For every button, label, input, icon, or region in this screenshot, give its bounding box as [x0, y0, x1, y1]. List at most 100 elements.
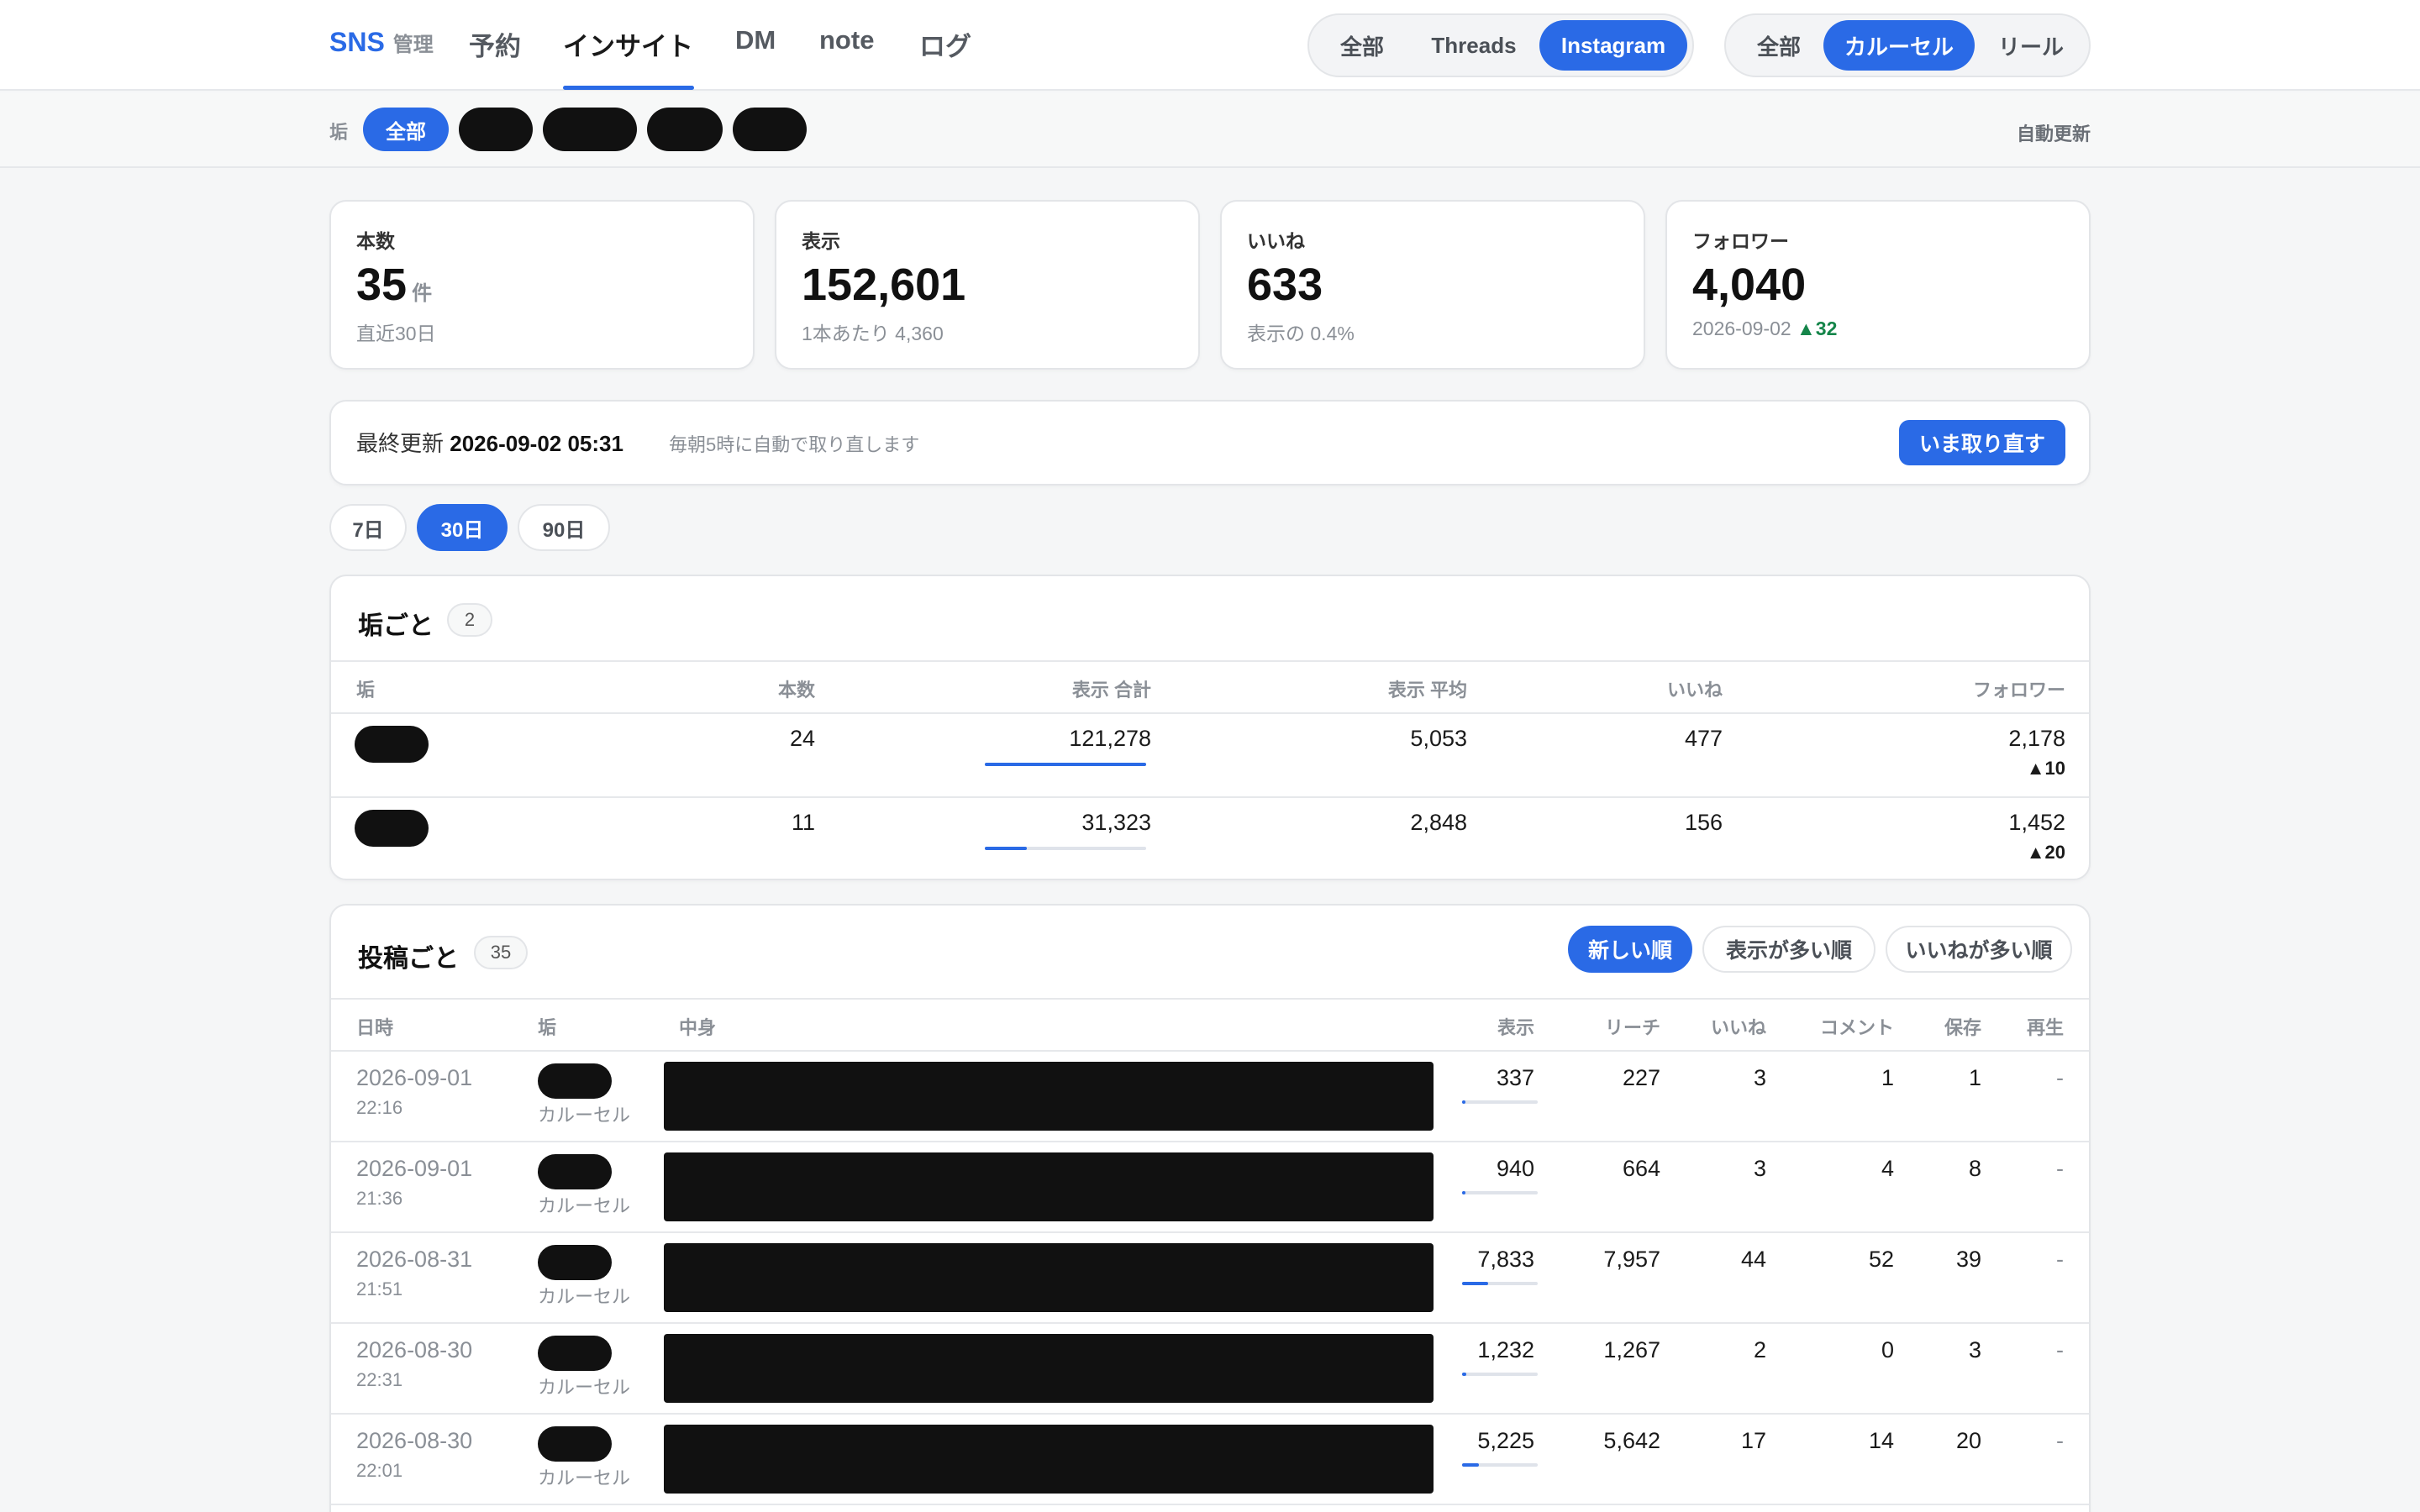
platform-instagram[interactable]: Instagram [1539, 20, 1687, 71]
cell-posts: 11 [791, 810, 815, 835]
posts-section-title: 投稿ごと [358, 945, 459, 973]
col-header-reach[interactable]: リーチ [1605, 1013, 1660, 1040]
sort-most-views[interactable]: 表示が多い順 [1702, 926, 1876, 973]
stat-card-views: 表示 152,601 1本あたり 4,360 [775, 200, 1200, 370]
views-share-fill [1462, 1373, 1466, 1376]
account-avatar-redacted [538, 1245, 612, 1280]
cell-plays: - [2056, 1428, 2064, 1453]
stat-card-followers: フォロワー 4,040 2026-09-02 ▲32 [1665, 200, 2091, 370]
cell-date: 2026-09-01 [356, 1156, 473, 1181]
last-update-timestamp: 2026-09-02 05:31 [450, 431, 623, 456]
cell-views: 337 [1496, 1065, 1534, 1090]
views-share-bar [1462, 1282, 1538, 1285]
post-content-redacted[interactable] [664, 1334, 1434, 1403]
divider [331, 1050, 2089, 1052]
stat-sub: 直近30日 [356, 323, 436, 344]
stat-value: 633 [1247, 260, 1323, 310]
col-header-account[interactable]: 垢 [538, 1013, 556, 1040]
platform-threads[interactable]: Threads [1415, 20, 1533, 71]
refetch-button[interactable]: いま取り直す [1898, 420, 2065, 465]
account-avatar-redacted [538, 1154, 612, 1189]
cell-post-type: カルーセル [538, 1286, 631, 1307]
range-90d[interactable]: 90日 [518, 504, 610, 551]
cell-date: 2026-09-01 [356, 1065, 473, 1090]
cell-saves: 39 [1955, 1247, 1981, 1272]
cell-post-type: カルーセル [538, 1467, 631, 1488]
cell-reach: 5,642 [1603, 1428, 1660, 1453]
views-share-bar [1462, 1463, 1538, 1467]
account-filter-redacted[interactable] [733, 108, 807, 151]
type-reel[interactable]: リール [1978, 20, 2084, 71]
cell-likes: 3 [1753, 1156, 1766, 1181]
col-header-views-total[interactable]: 表示 合計 [1072, 675, 1151, 702]
nav-item-note[interactable]: note [819, 25, 874, 55]
cell-views: 7,833 [1477, 1247, 1534, 1272]
cell-time: 21:51 [356, 1278, 403, 1299]
cell-posts: 24 [789, 726, 815, 751]
accounts-count-badge: 2 [447, 603, 492, 637]
col-header-comments[interactable]: コメント [1820, 1013, 1894, 1040]
col-header-followers[interactable]: フォロワー [1973, 675, 2065, 702]
stat-label: フォロワー [1692, 230, 1789, 252]
cell-date: 2026-08-30 [356, 1428, 473, 1453]
account-avatar-redacted [355, 726, 429, 763]
col-header-plays[interactable]: 再生 [2027, 1013, 2064, 1040]
cell-likes: 2 [1753, 1337, 1766, 1362]
views-share-bar [985, 763, 1146, 766]
stat-card-likes: いいね 633 表示の 0.4% [1220, 200, 1645, 370]
col-header-content[interactable]: 中身 [679, 1013, 716, 1040]
cell-time: 22:01 [356, 1460, 403, 1481]
cell-follower-delta: ▲20 [2026, 842, 2065, 863]
auto-update-label[interactable]: 自動更新 [2017, 119, 2091, 146]
stat-label: 本数 [356, 230, 395, 252]
sort-newest[interactable]: 新しい順 [1568, 926, 1692, 973]
views-share-fill [985, 847, 1027, 850]
type-all[interactable]: 全部 [1733, 20, 1825, 71]
nav-item-log[interactable]: ログ [919, 25, 971, 63]
account-filter-all[interactable]: 全部 [363, 108, 449, 151]
cell-follower-delta: ▲10 [2026, 758, 2065, 779]
stat-unit: 件 [412, 282, 433, 305]
stat-value: 152,601 [802, 260, 966, 310]
account-filter-redacted[interactable] [459, 108, 533, 151]
cell-comments: 4 [1881, 1156, 1894, 1181]
col-header-saves[interactable]: 保存 [1944, 1013, 1981, 1040]
nav-active-indicator [563, 86, 694, 90]
post-content-redacted[interactable] [664, 1243, 1434, 1312]
type-carousel[interactable]: カルーセル [1823, 20, 1975, 71]
divider [331, 712, 2089, 714]
post-content-redacted[interactable] [664, 1152, 1434, 1221]
sort-most-likes[interactable]: いいねが多い順 [1886, 926, 2072, 973]
nav-item-schedule[interactable]: 予約 [469, 25, 521, 63]
cell-likes: 156 [1684, 810, 1723, 835]
col-header-account[interactable]: 垢 [356, 675, 375, 702]
stat-value: 4,040 [1692, 260, 1807, 310]
nav-item-insight[interactable]: インサイト [563, 25, 693, 63]
nav-item-dm[interactable]: DM [735, 25, 776, 55]
follower-delta: ▲32 [1797, 318, 1838, 339]
range-7d[interactable]: 7日 [329, 504, 407, 551]
views-share-fill [1462, 1463, 1479, 1467]
col-header-views-avg[interactable]: 表示 平均 [1388, 675, 1467, 702]
post-content-redacted[interactable] [664, 1062, 1434, 1131]
brand-logo[interactable]: SNS 管理 [329, 27, 434, 64]
col-header-likes[interactable]: いいね [1667, 675, 1723, 702]
cell-reach: 664 [1622, 1156, 1660, 1181]
cell-reach: 7,957 [1603, 1247, 1660, 1272]
stat-value: 35 件 [356, 259, 432, 311]
cell-comments: 1 [1881, 1065, 1894, 1090]
range-30d[interactable]: 30日 [417, 504, 508, 551]
cell-likes: 477 [1684, 726, 1723, 751]
account-filter-redacted[interactable] [647, 108, 723, 151]
platform-all[interactable]: 全部 [1316, 20, 1408, 71]
col-header-posts[interactable]: 本数 [778, 675, 815, 702]
cell-plays: - [2056, 1247, 2064, 1272]
cell-views-avg: 2,848 [1410, 810, 1467, 835]
post-content-redacted[interactable] [664, 1425, 1434, 1494]
divider [331, 1141, 2089, 1142]
col-header-datetime[interactable]: 日時 [356, 1013, 393, 1040]
col-header-views[interactable]: 表示 [1497, 1013, 1534, 1040]
brand-name: SNS [329, 27, 385, 57]
col-header-likes[interactable]: いいね [1711, 1013, 1766, 1040]
account-filter-redacted[interactable] [543, 108, 637, 151]
